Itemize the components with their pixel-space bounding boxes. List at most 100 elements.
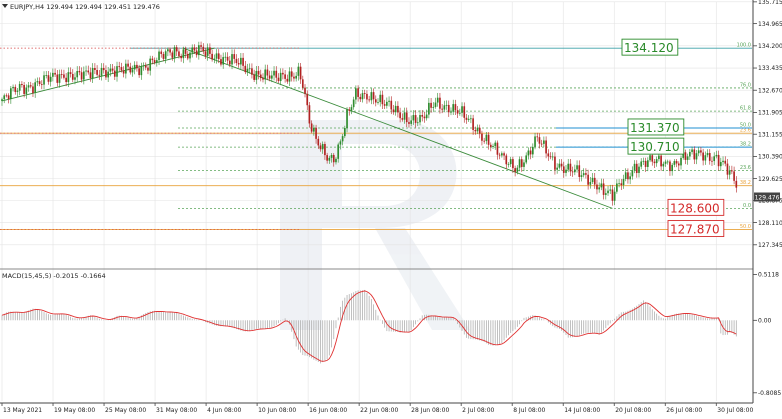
- trading-chart[interactable]: 100.076.061.850.038.223.60.023.638.250.0…: [0, 0, 782, 415]
- price-tick-label: 134.965: [758, 21, 782, 28]
- candle-body: [585, 173, 587, 175]
- candle-body: [512, 159, 514, 169]
- candle-body: [629, 176, 631, 180]
- candle-body: [383, 104, 386, 106]
- candle-body: [695, 153, 698, 160]
- candle-body: [467, 118, 470, 120]
- candle-body: [655, 159, 658, 164]
- candle-body: [618, 183, 620, 185]
- candle-body: [412, 115, 415, 121]
- candle-body: [724, 160, 727, 164]
- candle-body: [726, 163, 729, 175]
- candle-body: [109, 68, 112, 72]
- candle-body: [142, 65, 145, 67]
- candle-body: [47, 75, 50, 82]
- candle-body: [282, 72, 284, 75]
- candle-body: [149, 58, 152, 71]
- candle-body: [233, 54, 236, 59]
- candle-body: [164, 51, 167, 59]
- candle-body: [666, 161, 669, 163]
- candle-body: [675, 161, 678, 164]
- candle-body: [63, 74, 65, 78]
- time-tick-label: 30 Jul 08:00: [717, 407, 753, 414]
- candle-body: [602, 183, 605, 195]
- candle-body: [127, 63, 129, 67]
- candle-body: [363, 93, 366, 94]
- candle-body: [25, 87, 28, 94]
- candle-body: [452, 104, 455, 112]
- candle-body: [706, 153, 709, 156]
- candle-body: [419, 114, 421, 123]
- candle-body: [403, 112, 406, 120]
- time-tick-label: 31 May 08:00: [156, 407, 197, 414]
- candle-body: [669, 161, 671, 172]
- candle-body: [565, 169, 567, 173]
- candle-body: [180, 56, 182, 59]
- candle-body: [257, 70, 260, 75]
- candle-body: [461, 106, 463, 113]
- candle-body: [277, 77, 280, 82]
- candle-body: [432, 106, 435, 108]
- candle-body: [611, 189, 614, 201]
- candle-body: [158, 51, 160, 61]
- candle-body: [394, 105, 397, 113]
- candle-body: [410, 120, 413, 124]
- candle-body: [138, 68, 140, 76]
- candle-body: [67, 72, 70, 83]
- price-tick-label: 132.670: [758, 87, 782, 94]
- time-tick-label: 16 Jun 08:00: [309, 407, 347, 414]
- candle-body: [330, 154, 333, 158]
- candle-body: [326, 155, 328, 161]
- candle-body: [399, 112, 401, 119]
- candle-body: [71, 73, 74, 80]
- level-annotation-text: 134.120: [624, 41, 674, 55]
- time-tick-label: 2 Jul 08:00: [462, 407, 494, 414]
- candle-body: [450, 111, 452, 113]
- candle-body: [472, 118, 474, 130]
- candle-body: [421, 114, 424, 117]
- candle-body: [228, 60, 231, 65]
- candle-body: [295, 75, 298, 79]
- candle-body: [244, 65, 247, 73]
- candle-body: [284, 74, 286, 79]
- fib-extension-label: 50.0: [740, 224, 751, 230]
- candle-body: [240, 57, 242, 65]
- macd-tick-label: -0.8085: [758, 390, 781, 397]
- time-tick-label: 28 Jun 08:00: [411, 407, 449, 414]
- candle-body: [538, 137, 541, 144]
- candle-body: [642, 160, 645, 162]
- time-tick-label: 19 May 08:00: [54, 407, 95, 414]
- candle-body: [27, 85, 30, 88]
- candle-body: [496, 142, 499, 155]
- candle-body: [122, 70, 125, 74]
- candle-body: [178, 51, 180, 57]
- candle-body: [162, 53, 165, 59]
- candle-body: [237, 62, 240, 65]
- candle-body: [343, 127, 346, 137]
- time-tick-label: 14 Jul 08:00: [564, 407, 600, 414]
- price-tick-label: 128.110: [758, 220, 782, 227]
- candle-body: [494, 142, 497, 146]
- candle-body: [198, 45, 200, 56]
- candle-body: [268, 75, 271, 79]
- candle-body: [456, 110, 459, 114]
- candle-body: [680, 157, 682, 166]
- candle-body: [12, 86, 14, 89]
- candle-body: [253, 74, 255, 80]
- candle-body: [182, 49, 185, 59]
- candle-body: [487, 134, 490, 145]
- candle-body: [100, 67, 103, 76]
- candle-body: [266, 69, 269, 76]
- candle-body: [624, 172, 627, 179]
- candle-body: [23, 85, 25, 94]
- candle-body: [507, 164, 510, 165]
- candle-body: [441, 108, 443, 110]
- candle-body: [498, 154, 501, 156]
- candle-body: [319, 145, 322, 150]
- candle-body: [107, 71, 110, 78]
- candle-body: [560, 163, 563, 167]
- candle-body: [366, 93, 368, 100]
- last-price-label: 129.476: [755, 195, 780, 202]
- candle-body: [416, 122, 419, 124]
- candle-body: [485, 134, 488, 142]
